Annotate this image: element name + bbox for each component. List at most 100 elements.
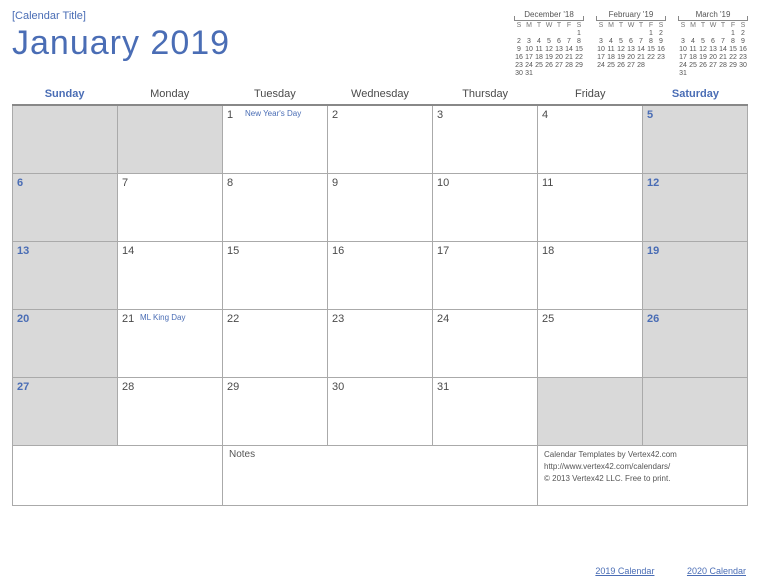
mini-weekday: W: [708, 22, 718, 30]
footer-links: 2019 Calendar 2020 Calendar: [565, 566, 746, 576]
day-number: 11: [542, 177, 553, 189]
mini-day: 22: [574, 54, 584, 62]
mini-day: 5: [698, 38, 708, 46]
calendar-cell: [538, 378, 643, 446]
mini-day: 15: [728, 46, 738, 54]
calendar-cell: 1 New Year's Day: [223, 106, 328, 174]
mini-calendar-grid: SMTWTFS123456789101112131415161718192021…: [678, 22, 748, 78]
mini-day: [534, 70, 544, 78]
calendar-cell: 30: [328, 378, 433, 446]
mini-day: [728, 70, 738, 78]
day-number: 15: [227, 245, 239, 257]
calendar-cell: 29: [223, 378, 328, 446]
calendar-cell: 28: [118, 378, 223, 446]
mini-calendar: February '19SMTWTFS123456789101112131415…: [596, 10, 666, 78]
mini-weekday: T: [636, 22, 646, 30]
day-number: 9: [332, 177, 338, 189]
mini-day: [544, 30, 554, 38]
mini-day: [646, 62, 656, 70]
mini-day: 25: [606, 62, 616, 70]
link-2019-calendar[interactable]: 2019 Calendar: [595, 566, 654, 576]
calendar-cell: 11: [538, 174, 643, 242]
weekday-header: Monday: [117, 84, 222, 106]
notes-label: Notes: [229, 449, 255, 460]
mini-day: 8: [574, 38, 584, 46]
month-year-title: January 2019: [12, 24, 230, 63]
mini-day: 30: [514, 70, 524, 78]
mini-day: 22: [728, 54, 738, 62]
mini-day: 27: [554, 62, 564, 70]
mini-day: 2: [514, 38, 524, 46]
calendar-cell: 13: [13, 242, 118, 310]
mini-day: 1: [574, 30, 584, 38]
title-block: [Calendar Title] January 2019: [12, 10, 230, 63]
mini-weekday: T: [554, 22, 564, 30]
event-label: New Year's Day: [245, 109, 301, 118]
mini-weekday: T: [698, 22, 708, 30]
mini-day: [626, 30, 636, 38]
mini-day: 6: [554, 38, 564, 46]
mini-day: 20: [626, 54, 636, 62]
mini-day: 29: [728, 62, 738, 70]
weekday-header: Wednesday: [327, 84, 432, 106]
mini-day: 26: [544, 62, 554, 70]
mini-weekday: F: [564, 22, 574, 30]
mini-day: [596, 30, 606, 38]
mini-day: [564, 70, 574, 78]
calendar-cell: 7: [118, 174, 223, 242]
day-number: 27: [17, 381, 29, 393]
mini-day: 5: [544, 38, 554, 46]
calendar-cell: 15: [223, 242, 328, 310]
mini-day: 23: [738, 54, 748, 62]
mini-day: 12: [544, 46, 554, 54]
calendar-cell: 2: [328, 106, 433, 174]
mini-day: 6: [708, 38, 718, 46]
mini-calendar-title: February '19: [596, 10, 666, 21]
link-2020-calendar[interactable]: 2020 Calendar: [687, 566, 746, 576]
day-number: 31: [437, 381, 449, 393]
mini-day: 15: [646, 46, 656, 54]
mini-weekday: F: [646, 22, 656, 30]
mini-weekday: T: [718, 22, 728, 30]
calendar-cell: 3: [433, 106, 538, 174]
day-number: 13: [17, 245, 29, 257]
mini-day: 23: [514, 62, 524, 70]
calendar-cell: 21ML King Day: [118, 310, 223, 378]
day-number: 17: [437, 245, 449, 257]
mini-weekday: S: [678, 22, 688, 30]
calendar-header: [Calendar Title] January 2019 December '…: [12, 10, 748, 78]
mini-weekday: T: [534, 22, 544, 30]
day-number: 6: [17, 177, 23, 189]
mini-day: 23: [656, 54, 666, 62]
calendar-cell: 23: [328, 310, 433, 378]
mini-day: 18: [606, 54, 616, 62]
day-number: 1: [227, 109, 233, 121]
mini-weekday: S: [656, 22, 666, 30]
mini-day: 1: [646, 30, 656, 38]
mini-day: [544, 70, 554, 78]
footer-row: Notes Calendar Templates by Vertex42.com…: [12, 446, 748, 506]
mini-day: 3: [524, 38, 534, 46]
day-number: 24: [437, 313, 449, 325]
mini-day: 19: [698, 54, 708, 62]
mini-day: 6: [626, 38, 636, 46]
mini-day: 4: [688, 38, 698, 46]
mini-day: [606, 30, 616, 38]
mini-day: 12: [698, 46, 708, 54]
mini-weekday: S: [574, 22, 584, 30]
mini-day: 24: [678, 62, 688, 70]
day-number: 5: [647, 109, 653, 121]
day-number: 7: [122, 177, 128, 189]
day-number: 2: [332, 109, 338, 121]
mini-day: 18: [688, 54, 698, 62]
mini-calendar-grid: SMTWTFS123456789101112131415161718192021…: [514, 22, 584, 78]
mini-weekday: S: [596, 22, 606, 30]
day-number: 10: [437, 177, 449, 189]
mini-day: 10: [678, 46, 688, 54]
weekday-header: Saturday: [643, 84, 748, 106]
day-number: 16: [332, 245, 344, 257]
mini-day: [698, 30, 708, 38]
day-number: 8: [227, 177, 233, 189]
mini-weekday: W: [544, 22, 554, 30]
calendar-cell: 14: [118, 242, 223, 310]
